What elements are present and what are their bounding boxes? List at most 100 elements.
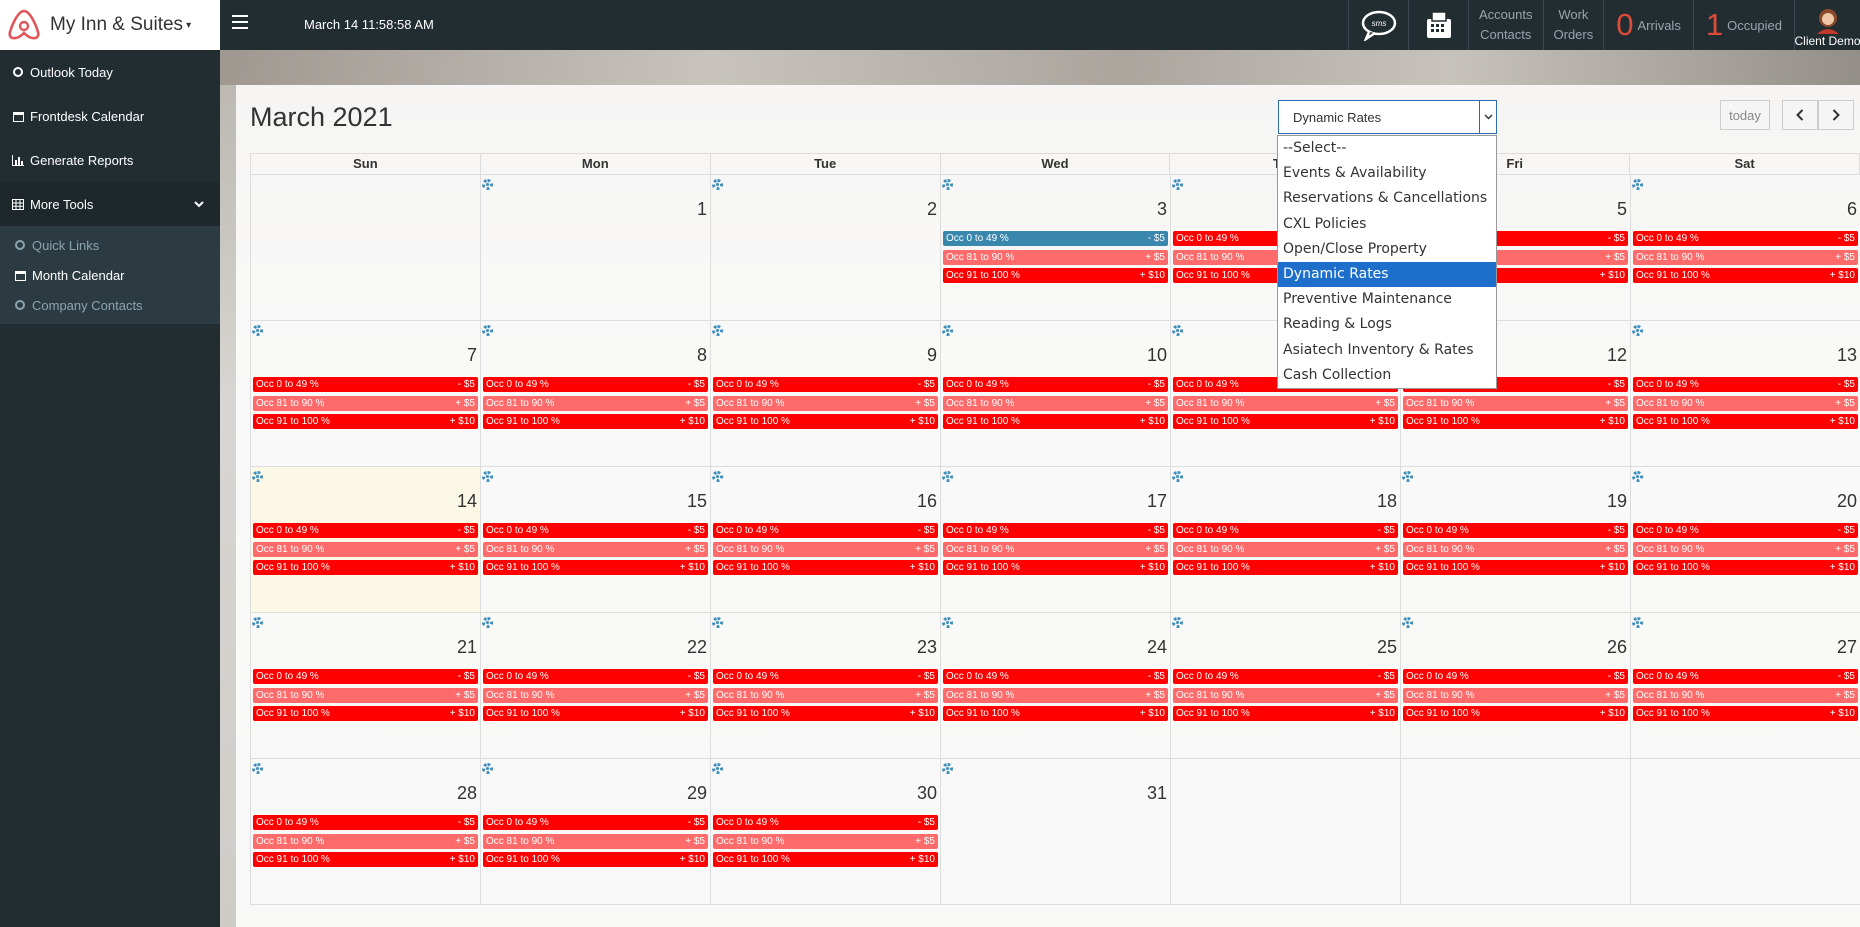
- gear-icon[interactable]: [252, 617, 263, 628]
- rate-event[interactable]: Occ 0 to 49 % - $5: [713, 815, 938, 830]
- gear-icon[interactable]: [712, 179, 723, 190]
- rate-event[interactable]: Occ 0 to 49 % - $5: [253, 815, 478, 830]
- rate-event[interactable]: Occ 81 to 90 % + $5: [253, 395, 478, 411]
- rate-event[interactable]: Occ 91 to 100 % + $10: [1173, 706, 1398, 721]
- gear-icon[interactable]: [942, 617, 953, 628]
- gear-icon[interactable]: [252, 471, 263, 482]
- calendar-day-cell[interactable]: 17 Occ 0 to 49 % - $5 Occ 81 to 90 % + $5 Occ…: [940, 467, 1170, 613]
- rate-event[interactable]: Occ 91 to 100 % + $10: [1633, 414, 1858, 429]
- rate-event[interactable]: Occ 81 to 90 % + $5: [1633, 687, 1858, 703]
- rate-event[interactable]: Occ 0 to 49 % - $5: [943, 669, 1168, 684]
- rate-event[interactable]: Occ 91 to 100 % + $10: [483, 706, 708, 721]
- calendar-day-cell[interactable]: 3 Occ 0 to 49 % - $5 Occ 81 to 90 % + $5 Occ …: [940, 175, 1170, 321]
- gear-icon[interactable]: [1632, 471, 1643, 482]
- rate-event[interactable]: Occ 91 to 100 % + $10: [1173, 414, 1398, 429]
- rate-event[interactable]: Occ 81 to 90 % + $5: [1173, 395, 1398, 411]
- rate-event[interactable]: Occ 81 to 90 % + $5: [483, 687, 708, 703]
- rate-event[interactable]: Occ 81 to 90 % + $5: [713, 541, 938, 557]
- gear-icon[interactable]: [482, 325, 493, 336]
- rate-event[interactable]: Occ 0 to 49 % - $5: [943, 377, 1168, 392]
- rate-event[interactable]: Occ 0 to 49 % - $5: [1403, 523, 1628, 538]
- work-orders-link[interactable]: Work Orders: [1542, 0, 1604, 50]
- gear-icon[interactable]: [252, 763, 263, 774]
- rate-event[interactable]: Occ 91 to 100 % + $10: [1403, 414, 1628, 429]
- calendar-day-cell[interactable]: 22 Occ 0 to 49 % - $5 Occ 81 to 90 % + $5 Occ…: [480, 613, 710, 759]
- rate-event[interactable]: Occ 81 to 90 % + $5: [1633, 395, 1858, 411]
- gear-icon[interactable]: [1632, 617, 1643, 628]
- calendar-day-cell[interactable]: [250, 175, 480, 321]
- rate-event[interactable]: Occ 81 to 90 % + $5: [483, 395, 708, 411]
- prev-month-button[interactable]: [1782, 100, 1818, 130]
- rate-event[interactable]: Occ 0 to 49 % - $5: [253, 523, 478, 538]
- gear-icon[interactable]: [942, 763, 953, 774]
- accounts-contacts-link[interactable]: Accounts Contacts: [1468, 0, 1542, 50]
- gear-icon[interactable]: [712, 763, 723, 774]
- sidebar-item-frontdesk-calendar[interactable]: Frontdesk Calendar: [0, 94, 220, 138]
- rate-event[interactable]: Occ 0 to 49 % - $5: [1173, 523, 1398, 538]
- dropdown-option[interactable]: Reading & Logs: [1278, 312, 1496, 337]
- rate-event[interactable]: Occ 91 to 100 % + $10: [253, 560, 478, 575]
- rate-event[interactable]: Occ 81 to 90 % + $5: [713, 687, 938, 703]
- rate-event[interactable]: Occ 81 to 90 % + $5: [943, 541, 1168, 557]
- gear-icon[interactable]: [712, 325, 723, 336]
- rate-event[interactable]: Occ 0 to 49 % - $5: [253, 377, 478, 392]
- calendar-day-cell[interactable]: 14 Occ 0 to 49 % - $5 Occ 81 to 90 % + $5 Occ…: [250, 467, 480, 613]
- dropdown-option[interactable]: Cash Collection: [1278, 363, 1496, 388]
- rate-event[interactable]: Occ 91 to 100 % + $10: [943, 268, 1168, 283]
- rate-event[interactable]: Occ 0 to 49 % - $5: [713, 669, 938, 684]
- gear-icon[interactable]: [482, 763, 493, 774]
- rate-event[interactable]: Occ 81 to 90 % + $5: [1403, 687, 1628, 703]
- rate-event[interactable]: Occ 0 to 49 % - $5: [943, 231, 1168, 246]
- rate-event[interactable]: Occ 91 to 100 % + $10: [943, 706, 1168, 721]
- dropdown-option[interactable]: Reservations & Cancellations: [1278, 186, 1496, 211]
- dropdown-option[interactable]: Preventive Maintenance: [1278, 287, 1496, 312]
- rate-event[interactable]: Occ 81 to 90 % + $5: [253, 687, 478, 703]
- calendar-day-cell[interactable]: 8 Occ 0 to 49 % - $5 Occ 81 to 90 % + $5 Occ …: [480, 321, 710, 467]
- calendar-day-cell[interactable]: 16 Occ 0 to 49 % - $5 Occ 81 to 90 % + $5 Occ…: [710, 467, 940, 613]
- fax-button[interactable]: [1408, 0, 1468, 50]
- calendar-day-cell[interactable]: 10 Occ 0 to 49 % - $5 Occ 81 to 90 % + $5 Occ…: [940, 321, 1170, 467]
- calendar-day-cell[interactable]: 9 Occ 0 to 49 % - $5 Occ 81 to 90 % + $5 Occ …: [710, 321, 940, 467]
- rate-event[interactable]: Occ 0 to 49 % - $5: [943, 523, 1168, 538]
- rate-event[interactable]: Occ 91 to 100 % + $10: [1633, 560, 1858, 575]
- gear-icon[interactable]: [942, 325, 953, 336]
- calendar-day-cell[interactable]: 28 Occ 0 to 49 % - $5 Occ 81 to 90 % + $5 Occ…: [250, 759, 480, 905]
- rate-event[interactable]: Occ 81 to 90 % + $5: [943, 395, 1168, 411]
- rate-event[interactable]: Occ 91 to 100 % + $10: [713, 706, 938, 721]
- rate-event[interactable]: Occ 81 to 90 % + $5: [253, 833, 478, 849]
- arrivals-counter[interactable]: 0 Arrivals: [1603, 0, 1693, 50]
- rate-event[interactable]: Occ 81 to 90 % + $5: [1403, 541, 1628, 557]
- dropdown-option[interactable]: Open/Close Property: [1278, 237, 1496, 262]
- gear-icon[interactable]: [1632, 179, 1643, 190]
- calendar-day-cell[interactable]: 29 Occ 0 to 49 % - $5 Occ 81 to 90 % + $5 Occ…: [480, 759, 710, 905]
- chevron-down-icon[interactable]: [1479, 101, 1496, 133]
- calendar-day-cell[interactable]: 6 Occ 0 to 49 % - $5 Occ 81 to 90 % + $5 Occ …: [1630, 175, 1860, 321]
- rate-event[interactable]: Occ 81 to 90 % + $5: [713, 395, 938, 411]
- rate-event[interactable]: Occ 91 to 100 % + $10: [253, 706, 478, 721]
- calendar-view-select[interactable]: Dynamic Rates: [1278, 100, 1497, 134]
- next-month-button[interactable]: [1818, 100, 1854, 130]
- rate-event[interactable]: Occ 91 to 100 % + $10: [483, 560, 708, 575]
- sidebar-item-month-calendar[interactable]: Month Calendar: [0, 260, 220, 290]
- rate-event[interactable]: Occ 81 to 90 % + $5: [713, 833, 938, 849]
- dropdown-option[interactable]: --Select--: [1278, 136, 1496, 161]
- menu-toggle-icon[interactable]: [232, 15, 248, 33]
- rate-event[interactable]: Occ 91 to 100 % + $10: [1403, 560, 1628, 575]
- calendar-day-cell[interactable]: 21 Occ 0 to 49 % - $5 Occ 81 to 90 % + $5 Occ…: [250, 613, 480, 759]
- gear-icon[interactable]: [482, 179, 493, 190]
- calendar-day-cell[interactable]: 7 Occ 0 to 49 % - $5 Occ 81 to 90 % + $5 Occ …: [250, 321, 480, 467]
- calendar-day-cell[interactable]: 1: [480, 175, 710, 321]
- gear-icon[interactable]: [1172, 325, 1183, 336]
- gear-icon[interactable]: [1402, 617, 1413, 628]
- calendar-day-cell[interactable]: 2: [710, 175, 940, 321]
- sidebar-item-more-tools[interactable]: More Tools: [0, 182, 220, 226]
- calendar-day-cell[interactable]: 24 Occ 0 to 49 % - $5 Occ 81 to 90 % + $5 Occ…: [940, 613, 1170, 759]
- rate-event[interactable]: Occ 91 to 100 % + $10: [483, 414, 708, 429]
- gear-icon[interactable]: [942, 471, 953, 482]
- rate-event[interactable]: Occ 81 to 90 % + $5: [1403, 395, 1628, 411]
- rate-event[interactable]: Occ 91 to 100 % + $10: [713, 414, 938, 429]
- rate-event[interactable]: Occ 81 to 90 % + $5: [1633, 541, 1858, 557]
- rate-event[interactable]: Occ 0 to 49 % - $5: [713, 377, 938, 392]
- rate-event[interactable]: Occ 0 to 49 % - $5: [1633, 523, 1858, 538]
- rate-event[interactable]: Occ 0 to 49 % - $5: [483, 377, 708, 392]
